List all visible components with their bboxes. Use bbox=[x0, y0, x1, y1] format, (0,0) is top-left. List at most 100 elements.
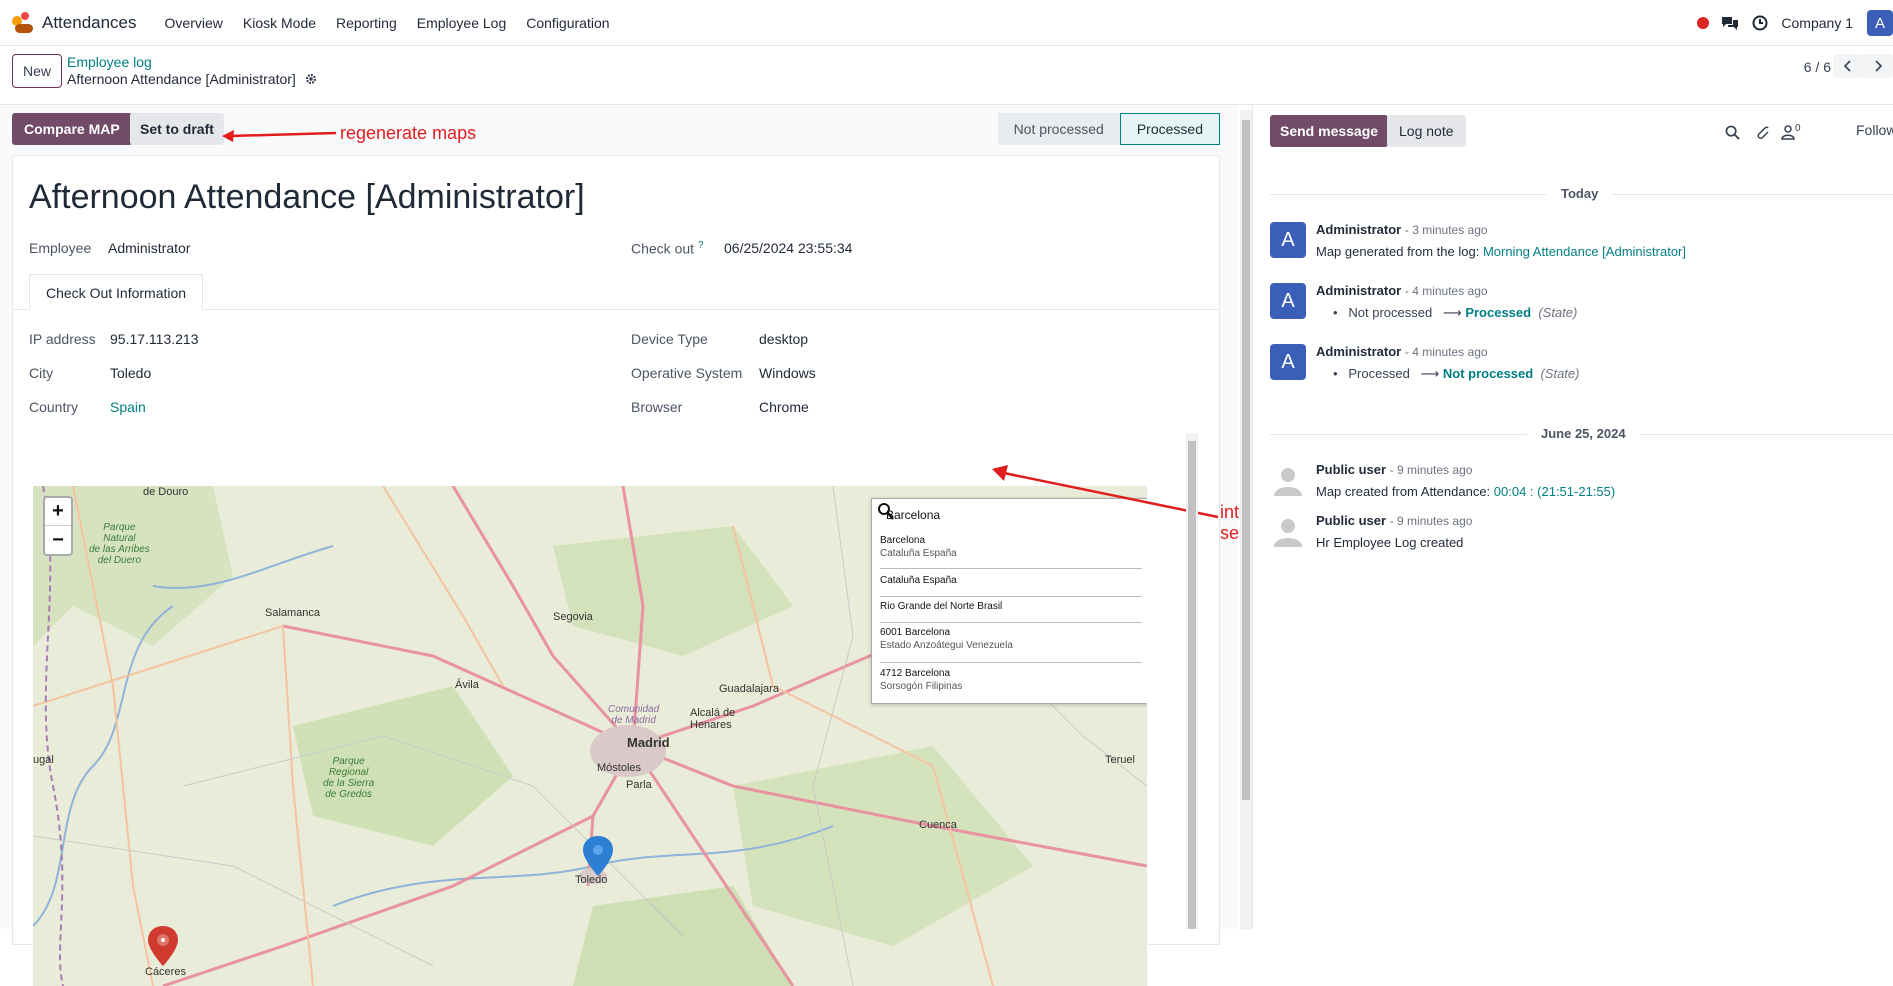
city-label-cuenca: Cuenca bbox=[919, 819, 957, 831]
employee-value[interactable]: Administrator bbox=[108, 240, 190, 256]
user-avatar[interactable]: A bbox=[1867, 10, 1893, 36]
set-to-draft-button[interactable]: Set to draft bbox=[130, 113, 224, 145]
avatar[interactable] bbox=[1270, 513, 1306, 549]
search-suggestion[interactable]: Cataluña España bbox=[880, 575, 1142, 597]
chevron-left-icon bbox=[1843, 60, 1851, 72]
form-scrollbar[interactable] bbox=[1240, 110, 1252, 930]
message-time: - 3 minutes ago bbox=[1404, 223, 1488, 237]
map-search-row[interactable]: Barcelona bbox=[878, 503, 940, 527]
browser-value[interactable]: Chrome bbox=[759, 399, 809, 415]
search-messages-icon[interactable] bbox=[1723, 123, 1741, 141]
city-value[interactable]: Toledo bbox=[110, 365, 151, 381]
message-body: Map created from Attendance: 00:04 : (21… bbox=[1316, 484, 1616, 499]
message-link[interactable]: Morning Attendance [Administrator] bbox=[1483, 244, 1686, 259]
pager-value[interactable]: 6 / 6 bbox=[1804, 59, 1831, 75]
map-marker-blue-icon[interactable] bbox=[583, 836, 613, 876]
menu-overview[interactable]: Overview bbox=[165, 15, 223, 31]
device-type-value[interactable]: desktop bbox=[759, 331, 808, 347]
log-note-button[interactable]: Log note bbox=[1387, 115, 1466, 147]
breadcrumb-employee-log[interactable]: Employee log bbox=[67, 54, 152, 70]
company-switcher[interactable]: Company 1 bbox=[1781, 15, 1853, 31]
zoom-in-button[interactable]: + bbox=[45, 498, 71, 526]
search-suggestion[interactable]: Rio Grande del Norte Brasil bbox=[880, 601, 1142, 623]
os-label: Operative System bbox=[631, 365, 743, 381]
park-label-comunidad: Comunidad de Madrid bbox=[608, 704, 660, 726]
compare-map-button[interactable]: Compare MAP bbox=[12, 113, 132, 145]
control-panel: New Employee log Afternoon Attendance [A… bbox=[0, 46, 1893, 105]
suggestion-name: 4712 Barcelona bbox=[880, 668, 951, 679]
park-label-gredos: Parque Regional de la Sierra de Gredos bbox=[323, 756, 375, 800]
help-tooltip-icon[interactable]: ? bbox=[698, 240, 704, 251]
app-logo-icon[interactable] bbox=[12, 11, 34, 34]
menu-kiosk-mode[interactable]: Kiosk Mode bbox=[243, 15, 316, 31]
city-label-ugal: ugal bbox=[33, 754, 54, 766]
avatar[interactable]: A bbox=[1270, 283, 1306, 319]
clock-icon[interactable] bbox=[1751, 14, 1769, 32]
city-label-douro: de Douro bbox=[143, 486, 189, 498]
menu-employee-log[interactable]: Employee Log bbox=[417, 15, 507, 31]
status-processed[interactable]: Processed bbox=[1119, 113, 1220, 145]
tab-check-out-information[interactable]: Check Out Information bbox=[29, 274, 204, 311]
breadcrumb-current: Afternoon Attendance [Administrator] bbox=[67, 71, 318, 87]
chatter-panel: Send message Log note 0 Follow Today A A… bbox=[1252, 105, 1893, 929]
new-button[interactable]: New bbox=[12, 54, 62, 88]
message-author[interactable]: Public user - 9 minutes ago bbox=[1316, 462, 1472, 477]
device-type-label: Device Type bbox=[631, 331, 708, 347]
map-marker-red-icon[interactable] bbox=[148, 926, 178, 966]
city-label-madrid: Madrid bbox=[627, 735, 670, 750]
annotation-arrow-regenerate bbox=[222, 130, 337, 142]
suggestion-sub: Cataluña España bbox=[880, 548, 957, 559]
follow-button[interactable]: Follow bbox=[1856, 122, 1893, 138]
country-label: Country bbox=[29, 399, 79, 415]
message-author[interactable]: Public user - 9 minutes ago bbox=[1316, 513, 1472, 528]
city-label-mostoles: Móstoles bbox=[597, 762, 642, 774]
browser-label: Browser bbox=[631, 399, 683, 415]
avatar[interactable] bbox=[1270, 462, 1306, 498]
map-scrollbar[interactable] bbox=[1186, 433, 1198, 929]
os-value[interactable]: Windows bbox=[759, 365, 816, 381]
map-view[interactable]: + − de Douro Salamanca Segovia Ávila Gua… bbox=[33, 486, 1147, 986]
search-suggestion[interactable]: Barcelona Cataluña España bbox=[880, 535, 1142, 569]
default-user-icon bbox=[1274, 468, 1302, 496]
message-author[interactable]: Administrator - 3 minutes ago bbox=[1316, 222, 1488, 237]
chat-bubbles-icon[interactable] bbox=[1721, 14, 1739, 32]
message-body: Hr Employee Log created bbox=[1316, 535, 1464, 550]
status-not-processed[interactable]: Not processed bbox=[997, 113, 1120, 145]
followers-icon[interactable]: 0 bbox=[1781, 123, 1811, 141]
status-bar: Not processed Processed bbox=[997, 113, 1220, 145]
ip-label: IP address bbox=[29, 331, 96, 347]
record-title: Afternoon Attendance [Administrator] bbox=[29, 178, 585, 216]
message-link[interactable]: 00:04 : (21:51-21:55) bbox=[1494, 484, 1615, 499]
gear-icon[interactable] bbox=[304, 72, 318, 86]
suggestion-name: 6001 Barcelona bbox=[880, 627, 951, 638]
city-label-alcala: Alcalá de Henares bbox=[690, 707, 736, 731]
pager-next-button[interactable] bbox=[1863, 54, 1893, 78]
recording-dot-icon[interactable] bbox=[1697, 17, 1710, 29]
form-area: Compare MAP Set to draft Not processed P… bbox=[0, 105, 1302, 986]
search-suggestion[interactable]: 4712 Barcelona Sorsogón Filipinas bbox=[880, 668, 1142, 704]
annotation-regenerate-maps: regenerate maps bbox=[340, 123, 477, 143]
message-time: - 4 minutes ago bbox=[1404, 284, 1488, 298]
zoom-out-button[interactable]: − bbox=[45, 526, 71, 554]
checkout-value[interactable]: 06/25/2024 23:55:34 bbox=[724, 240, 852, 256]
paperclip-icon[interactable] bbox=[1753, 123, 1771, 141]
search-icon[interactable] bbox=[878, 503, 894, 521]
menu-reporting[interactable]: Reporting bbox=[336, 15, 397, 31]
pager-previous-button[interactable] bbox=[1833, 54, 1863, 78]
date-label-june: June 25, 2024 bbox=[1527, 426, 1640, 441]
search-suggestion[interactable]: 6001 Barcelona Estado Anzoátegui Venezue… bbox=[880, 627, 1142, 663]
country-link[interactable]: Spain bbox=[110, 399, 146, 415]
send-message-button[interactable]: Send message bbox=[1270, 115, 1389, 147]
map-search-input[interactable]: Barcelona bbox=[886, 508, 940, 522]
app-name[interactable]: Attendances bbox=[42, 13, 137, 33]
ip-value[interactable]: 95.17.113.213 bbox=[110, 331, 199, 347]
form-sheet: Afternoon Attendance [Administrator] Emp… bbox=[12, 155, 1220, 986]
message-author[interactable]: Administrator - 4 minutes ago bbox=[1316, 283, 1488, 298]
tracking-value: • Not processed ⟶ Processed (State) bbox=[1333, 305, 1578, 320]
avatar[interactable]: A bbox=[1270, 222, 1306, 258]
message-author[interactable]: Administrator - 4 minutes ago bbox=[1316, 344, 1488, 359]
followers-count: 0 bbox=[1795, 122, 1801, 134]
menu-configuration[interactable]: Configuration bbox=[526, 15, 609, 31]
avatar[interactable]: A bbox=[1270, 344, 1306, 380]
message-body: Map generated from the log: Morning Atte… bbox=[1316, 244, 1686, 259]
